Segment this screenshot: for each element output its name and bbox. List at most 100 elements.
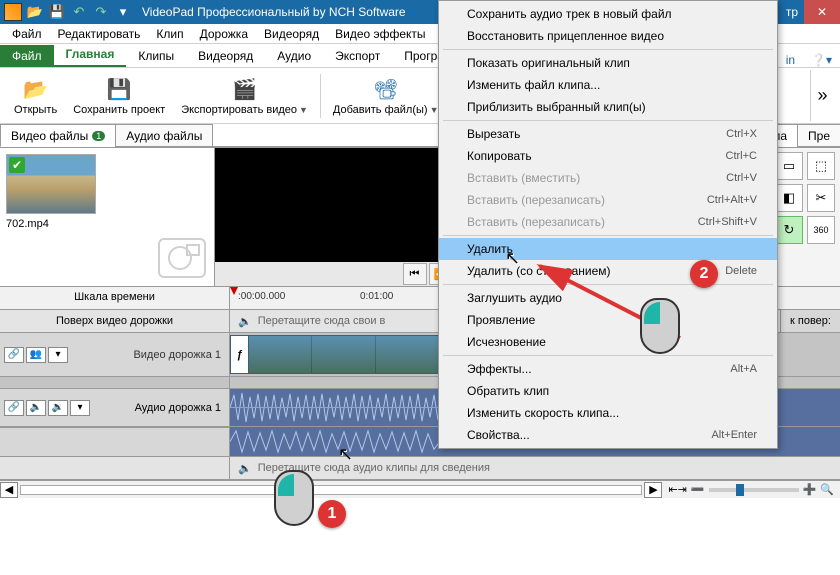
tab-audio[interactable]: Аудио [265,45,323,67]
media-bin: ✔ 702.mp4 [0,148,215,286]
tab-video-files-label: Видео файлы [11,129,88,143]
close-button[interactable]: ✕ [804,0,840,24]
overlay-track-label: Поверх видео дорожки [0,310,230,332]
export-video-button[interactable]: 🎬 Экспортировать видео▼ [173,74,316,118]
tab-audio-files-label: Аудио файлы [126,129,202,143]
ctx-props-label: Свойства... [467,428,530,442]
ctx-zoom-clip[interactable]: Приблизить выбранный клип(ы) [439,96,777,118]
tool-d[interactable]: ✂ [807,184,835,212]
ctx-save-audio-label: Сохранить аудио трек в новый файл [467,7,672,21]
ctx-reverse-label: Обратить клип [467,384,549,398]
ctx-paste-over-label: Вставить (перезаписать) [467,193,605,207]
ctx-speed[interactable]: Изменить скорость клипа... [439,402,777,424]
tool-360[interactable]: 360 [807,216,835,244]
menu-file[interactable]: Файл [4,25,50,43]
ctx-paste-over[interactable]: Вставить (перезаписать) Ctrl+Alt+V [439,189,777,211]
playhead-icon[interactable] [230,287,238,295]
ctx-change-file[interactable]: Изменить файл клипа... [439,74,777,96]
scroll-left-button[interactable]: ◀ [0,482,18,498]
video-track-controls: 🔗 👥 ▾ [4,347,68,363]
menu-edit[interactable]: Редактировать [50,25,149,43]
audio-link-icon[interactable]: 🔗 [4,400,24,416]
scroll-track[interactable] [20,485,642,495]
menu-videofx[interactable]: Видео эффекты [327,25,433,43]
ctx-effects-label: Эффекты... [467,362,532,376]
mouse-marker-2 [640,298,680,354]
qat: 📂 💾 ↶ ↷ ▾ [0,3,136,21]
ctx-paste-fit-shortcut: Ctrl+V [726,172,757,184]
tab-audio-files[interactable]: Аудио файлы [115,124,213,147]
audio-expand-icon[interactable]: ▾ [70,400,90,416]
tab-sequence[interactable]: Видеоряд [186,45,265,67]
clip-thumbnail[interactable]: ✔ [6,154,96,214]
tool-refresh[interactable]: ↻ [775,216,803,244]
tab-export[interactable]: Экспорт [323,45,392,67]
zoom-out-icon[interactable]: ➖ [691,483,705,496]
goto-start-button[interactable]: ⏮ [403,263,427,285]
video-clip[interactable]: ƒ [230,335,440,374]
clip-thumbnails [249,336,439,373]
help-dropdown-icon[interactable]: ❔▾ [803,53,840,67]
tab-preview2[interactable]: Пре [797,124,840,147]
open-button[interactable]: 📂 Открыть [6,74,65,118]
title-suffix: тр [786,5,804,19]
ctx-paste-over-shortcut: Ctrl+Alt+V [707,194,757,206]
menu-clip[interactable]: Клип [148,25,191,43]
scroll-right-button[interactable]: ▶ [644,482,662,498]
camera-watermark-icon [158,238,206,278]
tab-clips[interactable]: Клипы [126,45,186,67]
audio-track-controls: 🔗 🔈 🔉 ▾ [4,400,90,416]
save-label: Сохранить проект [73,104,165,116]
clip-fx-button[interactable]: ƒ [231,336,249,373]
menu-track[interactable]: Дорожка [192,25,256,43]
ctx-cut[interactable]: ВырезатьCtrl+X [439,123,777,145]
track-link-icon[interactable]: 🔗 [4,347,24,363]
ctx-paste-over2[interactable]: Вставить (перезаписать)Ctrl+Shift+V [439,211,777,233]
ctx-paste-over2-shortcut: Ctrl+Shift+V [698,216,757,228]
qat-open-icon[interactable]: 📂 [26,3,44,21]
linkedin-icon[interactable]: in [778,53,803,67]
ctx-props-shortcut: Alt+Enter [711,429,757,441]
open-label: Открыть [14,104,57,116]
tool-a[interactable]: ▭ [775,152,803,180]
ctx-copy[interactable]: КопироватьCtrl+C [439,145,777,167]
qat-more-icon[interactable]: ▾ [114,3,132,21]
context-menu: Сохранить аудио трек в новый файл Восста… [438,0,778,449]
export-icon: 🎬 [231,76,259,104]
ctx-reverse[interactable]: Обратить клип [439,380,777,402]
ctx-effects[interactable]: Эффекты...Alt+A [439,358,777,380]
tab-file[interactable]: Файл [0,45,54,67]
add-files-button[interactable]: 📽 Добавить файл(ы)▼ [325,74,447,118]
ctx-paste-fit-label: Вставить (вместить) [467,171,580,185]
ctx-fade-in-label: Проявление [467,313,535,327]
qat-redo-icon[interactable]: ↷ [92,3,110,21]
fit-icon[interactable]: ⇤⇥ [668,483,686,496]
track-expand-icon[interactable]: ▾ [48,347,68,363]
ctx-copy-shortcut: Ctrl+C [726,150,757,162]
ctx-paste-fit[interactable]: Вставить (вместить) Ctrl+V [439,167,777,189]
ctx-props[interactable]: Свойства... Alt+Enter [439,424,777,446]
tab-video-files[interactable]: Видео файлы 1 [0,124,116,147]
zoom-slider[interactable] [709,488,799,492]
tool-b[interactable]: ⬚ [807,152,835,180]
audio-solo-icon[interactable]: 🔉 [48,400,68,416]
ctx-show-orig[interactable]: Показать оригинальный клип [439,52,777,74]
zoom-fit-icon[interactable]: 🔍 [820,483,834,496]
audio-drop-area[interactable]: 🔈 Перетащите сюда аудио клипы для сведен… [230,457,840,479]
ctx-save-audio[interactable]: Сохранить аудио трек в новый файл [439,3,777,25]
menu-sequence[interactable]: Видеоряд [256,25,327,43]
tab-home[interactable]: Главная [54,43,127,67]
track-fx-icon[interactable]: 👥 [26,347,46,363]
folder-open-icon: 📂 [22,76,50,104]
tab-preview2-label: Пре [808,129,830,143]
ribbon-expand-icon[interactable]: » [810,70,834,121]
ctx-delete[interactable]: Удалить [439,238,777,260]
tool-c[interactable]: ◧ [775,184,803,212]
zoom-in-icon[interactable]: ➕ [803,483,817,496]
save-project-button[interactable]: 💾 Сохранить проект [65,74,173,118]
ctx-restore-video[interactable]: Восстановить прицепленное видео [439,25,777,47]
qat-undo-icon[interactable]: ↶ [70,3,88,21]
ctx-cut-shortcut: Ctrl+X [726,128,757,140]
qat-save-icon[interactable]: 💾 [48,3,66,21]
audio-mute-icon[interactable]: 🔈 [26,400,46,416]
